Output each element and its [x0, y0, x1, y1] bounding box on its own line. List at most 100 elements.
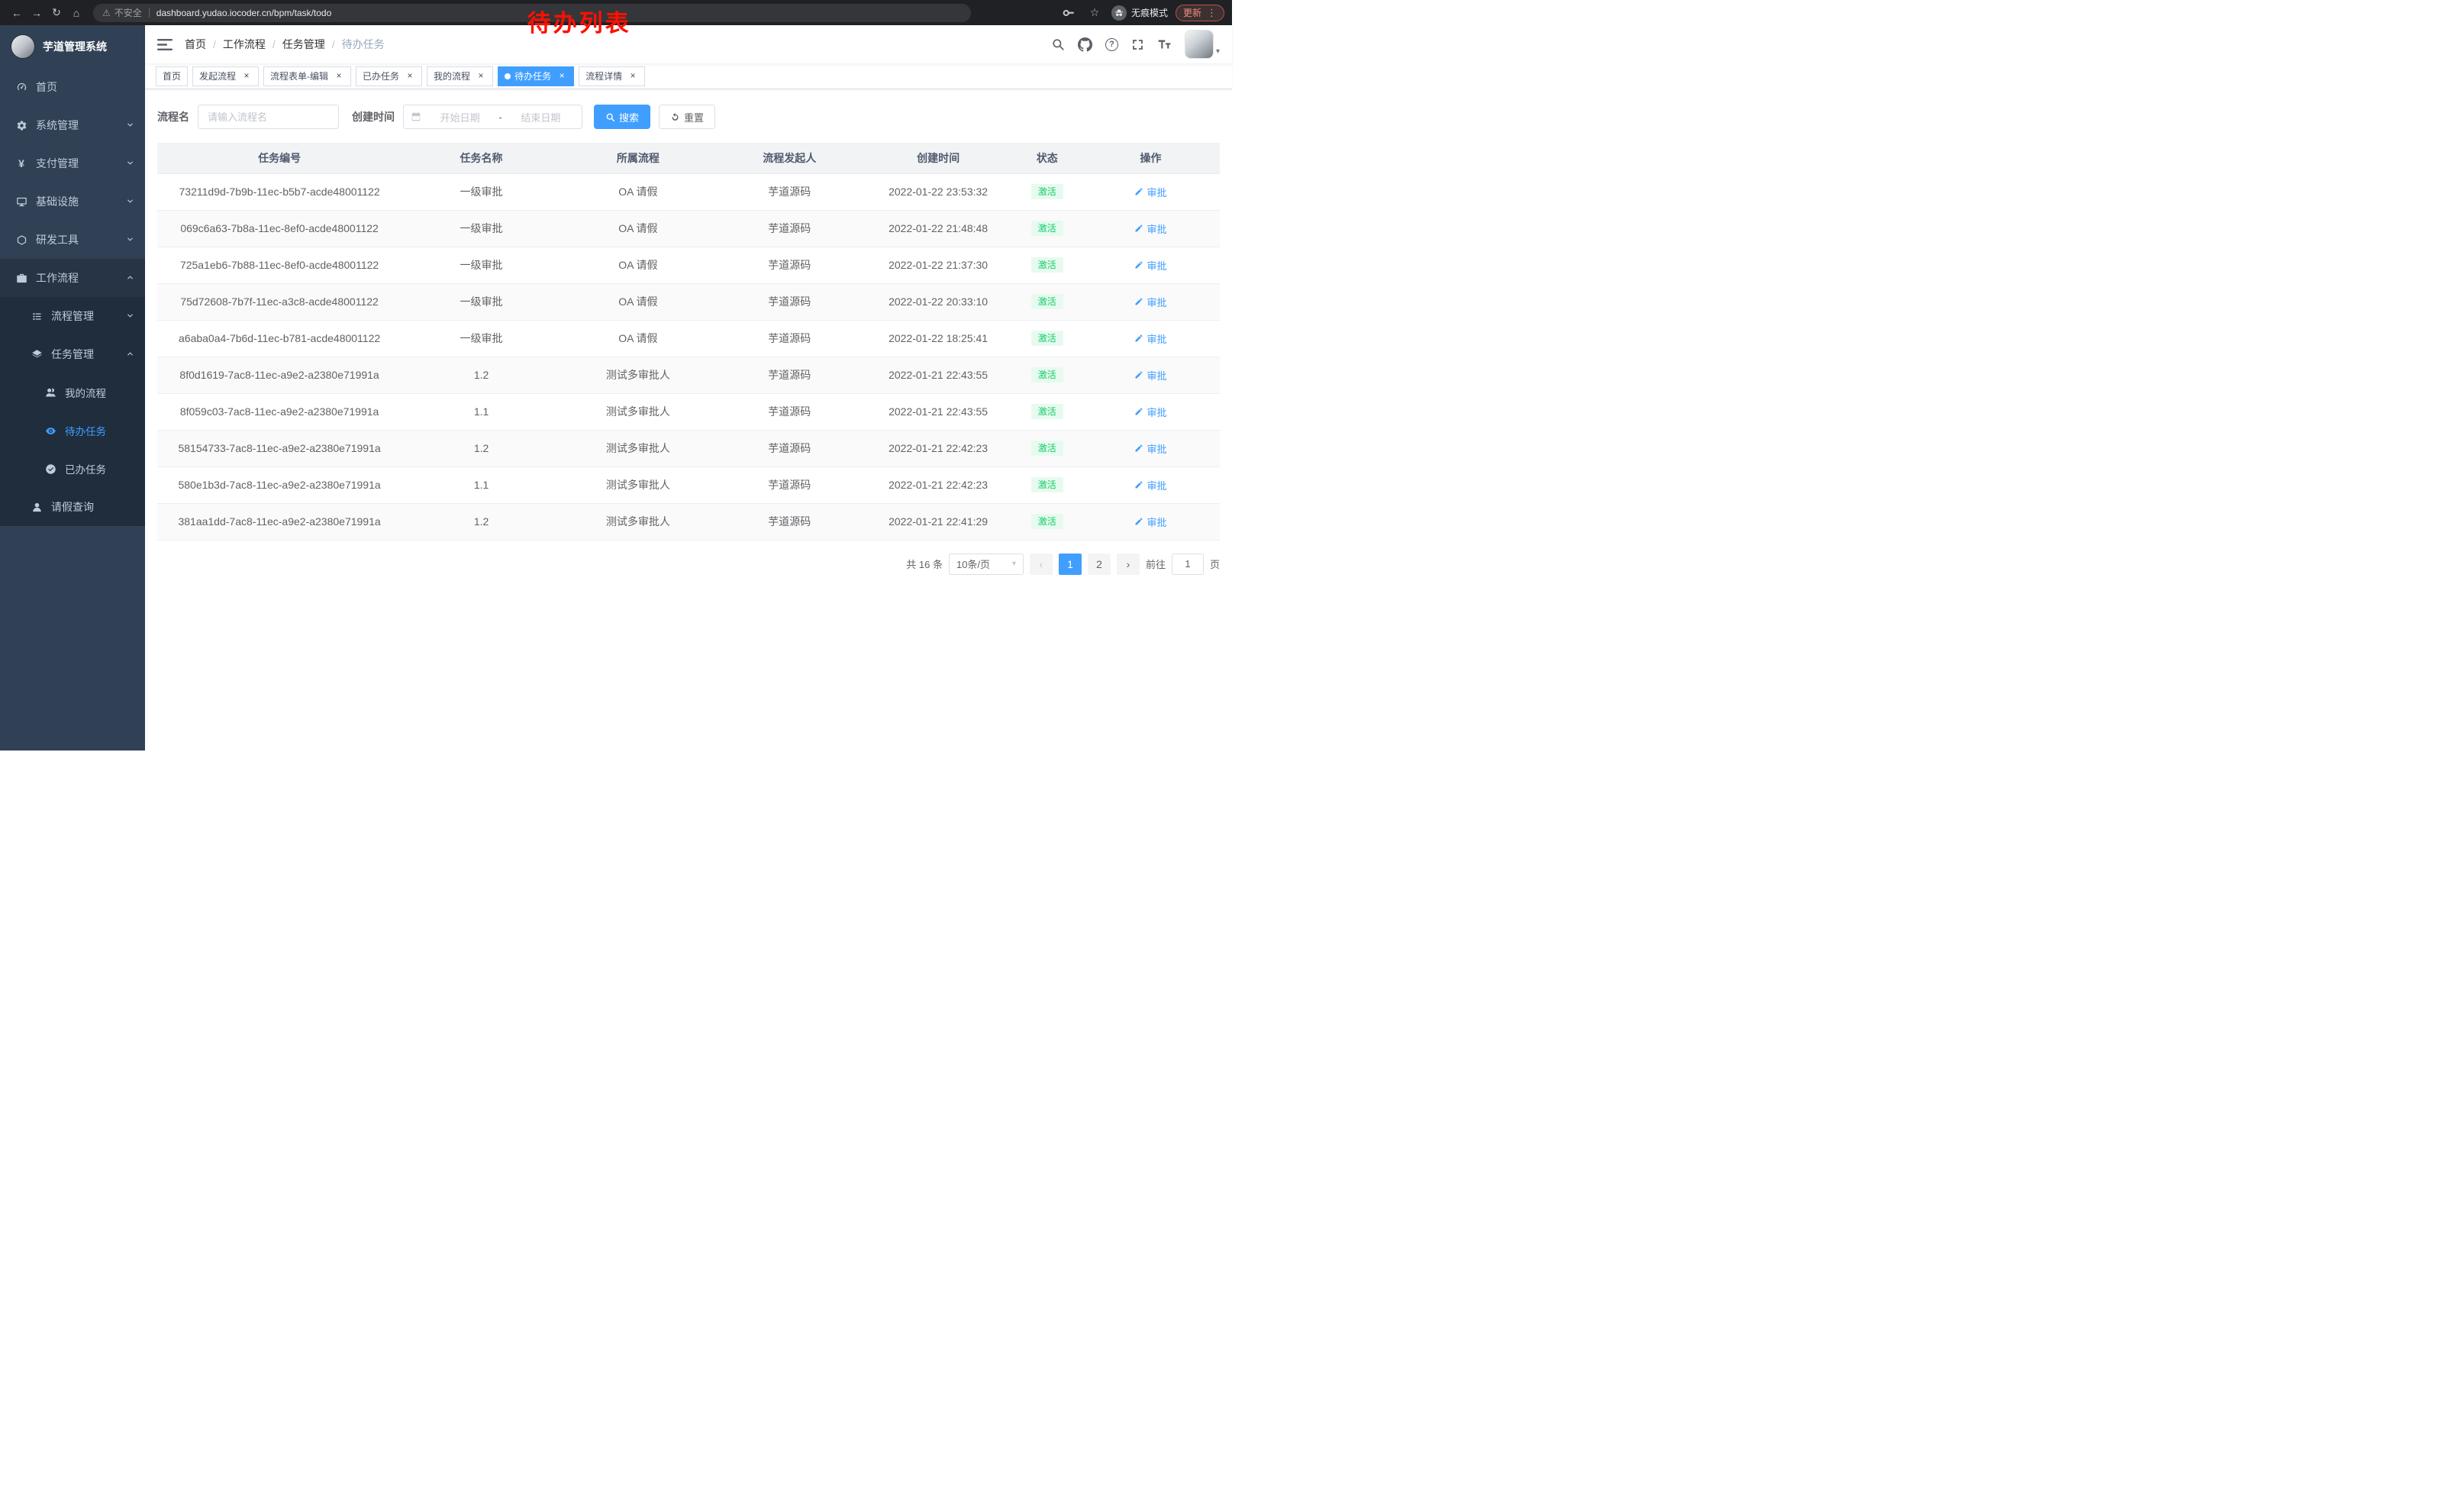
process-cell: OA 请假	[561, 173, 715, 210]
chevron-down-icon	[126, 235, 134, 244]
status-cell: 激活	[1013, 357, 1082, 393]
forward-icon[interactable]: →	[27, 4, 46, 22]
more-menu-icon[interactable]: ⋮	[1207, 7, 1217, 19]
reload-icon[interactable]: ↻	[47, 4, 66, 22]
tab-item[interactable]: 发起流程 ×	[192, 66, 259, 86]
initiator-cell: 芋道源码	[715, 393, 864, 430]
sidebar-item[interactable]: 工作流程	[0, 259, 145, 297]
task-table: 任务编号 任务名称 所属流程 流程发起人 创建时间 状态 操作 73211d9d…	[157, 143, 1220, 541]
approve-link[interactable]: 审批	[1134, 221, 1166, 236]
reset-button[interactable]: 重置	[659, 105, 715, 129]
sidebar-item[interactable]: ¥支付管理	[0, 144, 145, 182]
approve-link-label: 审批	[1147, 258, 1166, 273]
key-icon[interactable]	[1059, 4, 1078, 22]
initiator-cell: 芋道源码	[715, 357, 864, 393]
search-button[interactable]: 搜索	[594, 105, 650, 129]
sidebar-item[interactable]: 基础设施	[0, 182, 145, 221]
tab-item[interactable]: 待办任务×	[498, 66, 574, 86]
sidebar-item[interactable]: 我的流程	[0, 373, 145, 412]
approve-link[interactable]: 审批	[1134, 295, 1166, 309]
close-icon[interactable]: ×	[627, 71, 638, 82]
back-icon[interactable]: ←	[8, 4, 26, 22]
sidebar-item-label: 支付管理	[36, 156, 79, 171]
close-icon[interactable]: ×	[405, 71, 415, 82]
sidebar-item[interactable]: 请假查询	[0, 488, 145, 526]
avatar[interactable]	[1185, 30, 1214, 59]
created-time-cell: 2022-01-21 22:43:55	[864, 393, 1013, 430]
app-logo[interactable]: 芋道管理系统	[0, 25, 145, 68]
tab-item[interactable]: 首页	[156, 66, 188, 86]
incognito-label: 无痕模式	[1131, 6, 1168, 19]
sidebar-item[interactable]: 待办任务	[0, 412, 145, 450]
column-header-task-id: 任务编号	[157, 143, 402, 173]
status-badge: 激活	[1031, 477, 1063, 492]
initiator-cell: 芋道源码	[715, 210, 864, 247]
caret-down-icon: ▾	[1216, 47, 1220, 59]
chevron-down-icon	[126, 311, 134, 320]
initiator-cell: 芋道源码	[715, 503, 864, 540]
approve-link[interactable]: 审批	[1134, 368, 1166, 383]
end-date-placeholder[interactable]: 结束日期	[507, 110, 575, 124]
reset-button-label: 重置	[684, 110, 704, 124]
sidebar-item[interactable]: 任务管理	[0, 335, 145, 373]
home-icon[interactable]: ⌂	[67, 4, 85, 22]
help-icon[interactable]: ?	[1105, 38, 1118, 51]
tab-item[interactable]: 我的流程×	[427, 66, 493, 86]
page-size-select[interactable]: 10条/页 ▾	[949, 554, 1024, 575]
sidebar-item[interactable]: 已办任务	[0, 450, 145, 488]
created-time-cell: 2022-01-22 18:25:41	[864, 320, 1013, 357]
next-page-button[interactable]: ›	[1117, 554, 1140, 575]
goto-page-input[interactable]	[1172, 554, 1204, 575]
sidebar-item[interactable]: 系统管理	[0, 106, 145, 144]
task-name-cell: 1.2	[402, 357, 561, 393]
star-icon[interactable]: ☆	[1085, 4, 1104, 22]
tab-item[interactable]: 已办任务×	[356, 66, 422, 86]
approve-link[interactable]: 审批	[1134, 185, 1166, 199]
search-icon[interactable]	[1051, 37, 1065, 51]
approve-link[interactable]: 审批	[1134, 478, 1166, 492]
initiator-cell: 芋道源码	[715, 466, 864, 503]
status-badge: 激活	[1031, 514, 1063, 529]
filter-bar: 流程名 创建时间 开始日期 - 结束日期 搜索 重置	[157, 105, 1220, 129]
date-range-picker[interactable]: 开始日期 - 结束日期	[403, 105, 582, 129]
page-button-1[interactable]: 1	[1059, 554, 1082, 575]
github-icon[interactable]	[1078, 37, 1092, 52]
tags-bar: 首页发起流程×流程表单-编辑×已办任务×我的流程×待办任务×流程详情×	[145, 63, 1232, 89]
breadcrumb-workflow[interactable]: 工作流程	[223, 37, 266, 52]
table-row: 58154733-7ac8-11ec-a9e2-a2380e71991a1.2测…	[157, 430, 1220, 466]
approve-link[interactable]: 审批	[1134, 405, 1166, 419]
close-icon[interactable]: ×	[241, 71, 252, 82]
initiator-cell: 芋道源码	[715, 173, 864, 210]
approve-link[interactable]: 审批	[1134, 515, 1166, 529]
approve-link[interactable]: 审批	[1134, 441, 1166, 456]
tab-label: 首页	[163, 69, 181, 82]
fullscreen-icon[interactable]	[1131, 38, 1144, 51]
process-name-input[interactable]	[198, 105, 339, 129]
sidebar-item[interactable]: 流程管理	[0, 297, 145, 335]
incognito-badge: 无痕模式	[1111, 5, 1168, 21]
update-button[interactable]: 更新 ⋮	[1176, 5, 1224, 21]
chevron-down-icon	[126, 159, 134, 167]
tab-item[interactable]: 流程表单-编辑 ×	[263, 66, 351, 86]
hamburger-icon[interactable]	[157, 39, 173, 50]
prev-page-button[interactable]: ‹	[1030, 554, 1053, 575]
tab-item[interactable]: 流程详情×	[579, 66, 645, 86]
tab-label: 流程表单-编辑	[270, 69, 328, 82]
start-date-placeholder[interactable]: 开始日期	[426, 110, 494, 124]
approve-link[interactable]: 审批	[1134, 331, 1166, 346]
tab-label: 发起流程	[199, 69, 236, 82]
close-icon[interactable]: ×	[476, 71, 486, 82]
page-button-2[interactable]: 2	[1088, 554, 1111, 575]
initiator-cell: 芋道源码	[715, 430, 864, 466]
close-icon[interactable]: ×	[556, 71, 567, 82]
close-icon[interactable]: ×	[334, 71, 344, 82]
user-menu[interactable]: ▾	[1185, 30, 1220, 59]
breadcrumb-home[interactable]: 首页	[185, 37, 206, 52]
approve-link[interactable]: 审批	[1134, 258, 1166, 273]
font-size-icon[interactable]	[1157, 38, 1172, 50]
security-chip[interactable]: ⚠ 不安全	[102, 6, 142, 19]
sidebar-item[interactable]: 首页	[0, 68, 145, 106]
breadcrumb-task-management[interactable]: 任务管理	[282, 37, 325, 52]
sidebar-item[interactable]: 研发工具	[0, 221, 145, 259]
status-badge: 激活	[1031, 331, 1063, 346]
